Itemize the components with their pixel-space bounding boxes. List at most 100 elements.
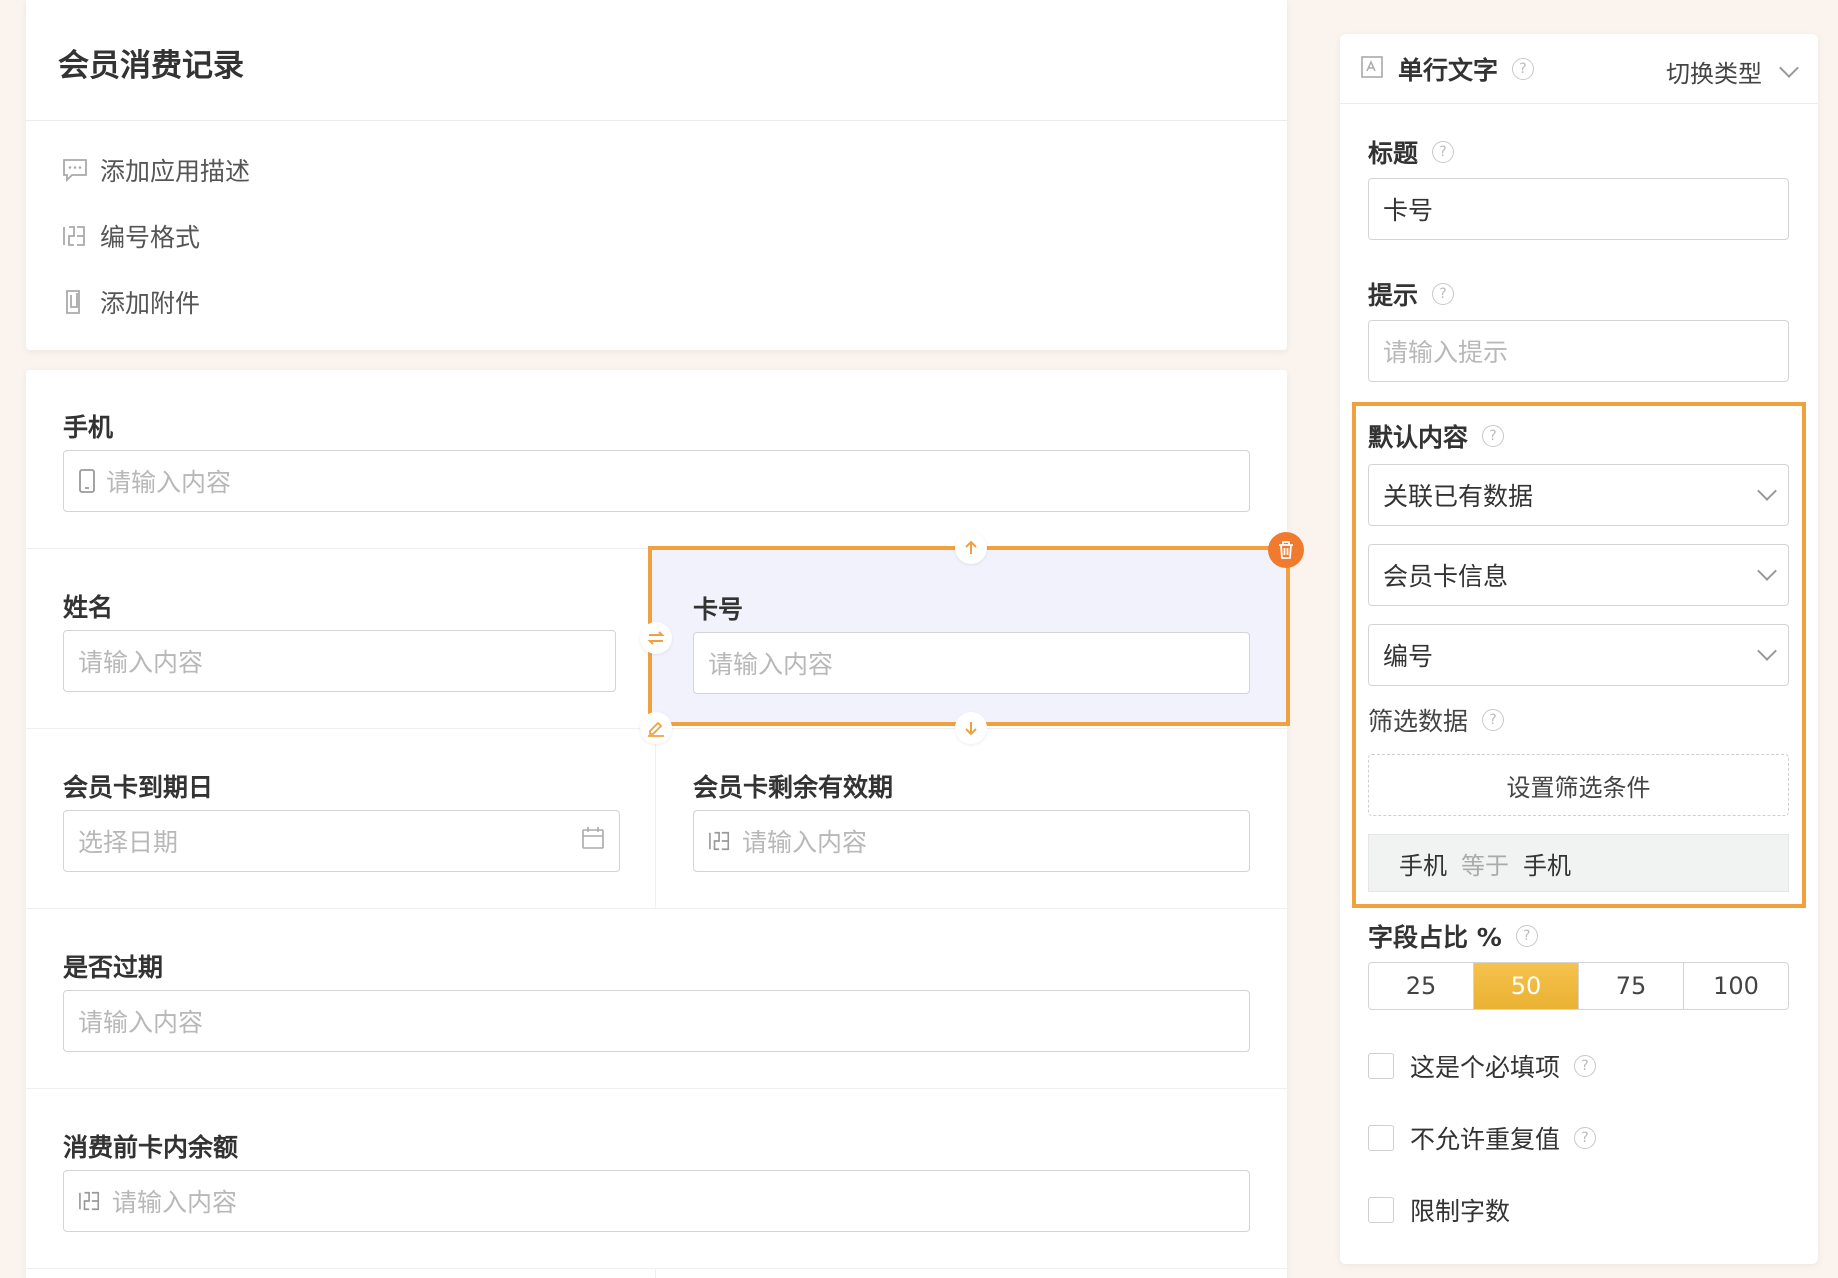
page-title[interactable]: 会员消费记录	[58, 40, 244, 85]
expire-date-picker[interactable]: 选择日期	[63, 810, 620, 872]
hint-placeholder: 请输入提示	[1383, 338, 1509, 367]
filter-data-label-text: 筛选数据	[1368, 707, 1469, 736]
chevron-down-icon	[1757, 481, 1777, 501]
swap-icon	[647, 631, 665, 645]
expired-placeholder: 请输入内容	[78, 1008, 204, 1037]
app-header-card: 会员消费记录 添加应用描述 编号格式 添加附件	[26, 0, 1287, 350]
remaining-label: 会员卡剩余有效期	[693, 773, 894, 802]
remaining-input[interactable]: 请输入内容	[693, 810, 1250, 872]
number-icon	[62, 223, 88, 249]
delete-field-button[interactable]	[1268, 532, 1304, 568]
filter-data-label: 筛选数据 ?	[1368, 702, 1505, 738]
linked-table-value: 会员卡信息	[1383, 562, 1509, 591]
help-icon[interactable]: ?	[1512, 57, 1535, 80]
title-input-value: 卡号	[1383, 196, 1434, 225]
required-checkbox[interactable]	[1368, 1053, 1394, 1079]
ratio-option-75[interactable]: 75	[1579, 963, 1684, 1009]
help-icon[interactable]: ?	[1482, 425, 1505, 447]
unique-checkbox-row[interactable]: 不允许重复值 ?	[1368, 1120, 1597, 1156]
linked-field-select[interactable]: 编号	[1368, 624, 1789, 686]
switch-type-label: 切换类型	[1666, 60, 1762, 88]
chevron-down-icon	[1757, 641, 1777, 661]
hint-label-text: 提示	[1368, 281, 1419, 310]
chevron-down-icon	[1757, 561, 1777, 581]
card-number-placeholder: 请输入内容	[708, 650, 834, 679]
help-icon[interactable]: ?	[1432, 141, 1455, 163]
card-number-input[interactable]: 请输入内容	[693, 632, 1250, 694]
ratio-option-100[interactable]: 100	[1684, 963, 1788, 1009]
mobile-icon	[78, 468, 96, 494]
expired-label: 是否过期	[63, 953, 164, 982]
limit-length-checkbox-row[interactable]: 限制字数	[1368, 1192, 1510, 1228]
field-ratio-label: 字段占比 % ?	[1368, 918, 1538, 954]
default-source-value: 关联已有数据	[1383, 482, 1534, 511]
field-ratio-segmented-control: 25 50 75 100	[1368, 962, 1789, 1010]
filter-right-field: 手机	[1523, 851, 1571, 880]
help-icon[interactable]: ?	[1574, 1127, 1597, 1149]
expire-date-label: 会员卡到期日	[63, 773, 214, 802]
add-description-label: 添加应用描述	[100, 157, 251, 186]
field-type-label: 单行文字	[1398, 55, 1499, 85]
hint-label: 提示 ?	[1368, 276, 1455, 312]
panel-header: 单行文字 ? 切换类型	[1340, 34, 1818, 104]
column-divider	[655, 1268, 656, 1278]
card-number-label: 卡号	[693, 595, 744, 624]
row-divider	[26, 1088, 1287, 1089]
selected-field-card-number[interactable]: 卡号 请输入内容	[648, 546, 1290, 726]
edit-handle[interactable]	[640, 712, 672, 744]
add-description-link[interactable]: 添加应用描述	[62, 152, 250, 188]
required-checkbox-row[interactable]: 这是个必填项 ?	[1368, 1048, 1597, 1084]
number-format-label: 编号格式	[100, 223, 201, 252]
default-content-label-text: 默认内容	[1368, 423, 1469, 452]
column-divider	[655, 728, 656, 908]
linked-table-select[interactable]: 会员卡信息	[1368, 544, 1789, 606]
help-icon[interactable]: ?	[1515, 925, 1538, 947]
help-icon[interactable]: ?	[1574, 1055, 1597, 1077]
filter-condition-chip[interactable]: 手机 等于 手机	[1368, 834, 1789, 892]
balance-input[interactable]: 请输入内容	[63, 1170, 1250, 1232]
chevron-down-icon	[1779, 57, 1799, 78]
row-divider	[26, 1268, 1287, 1269]
title-input[interactable]: 卡号	[1368, 178, 1789, 240]
linked-field-value: 编号	[1383, 642, 1434, 671]
attachment-icon	[62, 289, 88, 315]
switch-type-button[interactable]: 切换类型	[1666, 54, 1799, 89]
help-icon[interactable]: ?	[1482, 709, 1505, 731]
name-input[interactable]: 请输入内容	[63, 630, 616, 692]
required-label: 这是个必填项	[1410, 1053, 1561, 1082]
help-icon[interactable]: ?	[1432, 283, 1455, 305]
filter-left-field: 手机	[1399, 851, 1447, 880]
name-label: 姓名	[63, 593, 114, 622]
move-down-handle[interactable]	[955, 712, 987, 744]
limit-length-checkbox[interactable]	[1368, 1197, 1394, 1223]
field-properties-panel: 单行文字 ? 切换类型 标题 ? 卡号 提示 ? 请输入提示 默认内容 ? 关联…	[1340, 34, 1818, 1264]
title-label-text: 标题	[1368, 139, 1419, 168]
expired-input[interactable]: 请输入内容	[63, 990, 1250, 1052]
phone-label: 手机	[63, 413, 114, 442]
phone-input[interactable]: 请输入内容	[63, 450, 1250, 512]
add-attachment-link[interactable]: 添加附件	[62, 284, 200, 320]
ratio-option-50[interactable]: 50	[1474, 963, 1579, 1009]
expire-date-placeholder: 选择日期	[78, 828, 179, 857]
number-format-link[interactable]: 编号格式	[62, 218, 200, 254]
phone-placeholder: 请输入内容	[106, 468, 232, 497]
balance-placeholder: 请输入内容	[112, 1188, 238, 1217]
row-divider	[26, 908, 1287, 909]
balance-label: 消费前卡内余额	[63, 1133, 239, 1162]
add-attachment-label: 添加附件	[100, 289, 201, 318]
title-label: 标题 ?	[1368, 134, 1455, 170]
ratio-option-25[interactable]: 25	[1369, 963, 1474, 1009]
calendar-icon[interactable]	[581, 826, 605, 856]
header-divider	[26, 120, 1287, 121]
arrow-down-icon	[965, 722, 977, 736]
comment-icon	[62, 157, 88, 183]
set-filter-button[interactable]: 设置筛选条件	[1368, 754, 1789, 816]
swap-handle[interactable]	[640, 622, 672, 654]
move-up-handle[interactable]	[955, 532, 987, 564]
unique-checkbox[interactable]	[1368, 1125, 1394, 1151]
number-icon	[708, 830, 732, 852]
limit-length-label: 限制字数	[1410, 1197, 1511, 1226]
hint-input[interactable]: 请输入提示	[1368, 320, 1789, 382]
default-source-select[interactable]: 关联已有数据	[1368, 464, 1789, 526]
filter-operator: 等于	[1461, 851, 1509, 880]
